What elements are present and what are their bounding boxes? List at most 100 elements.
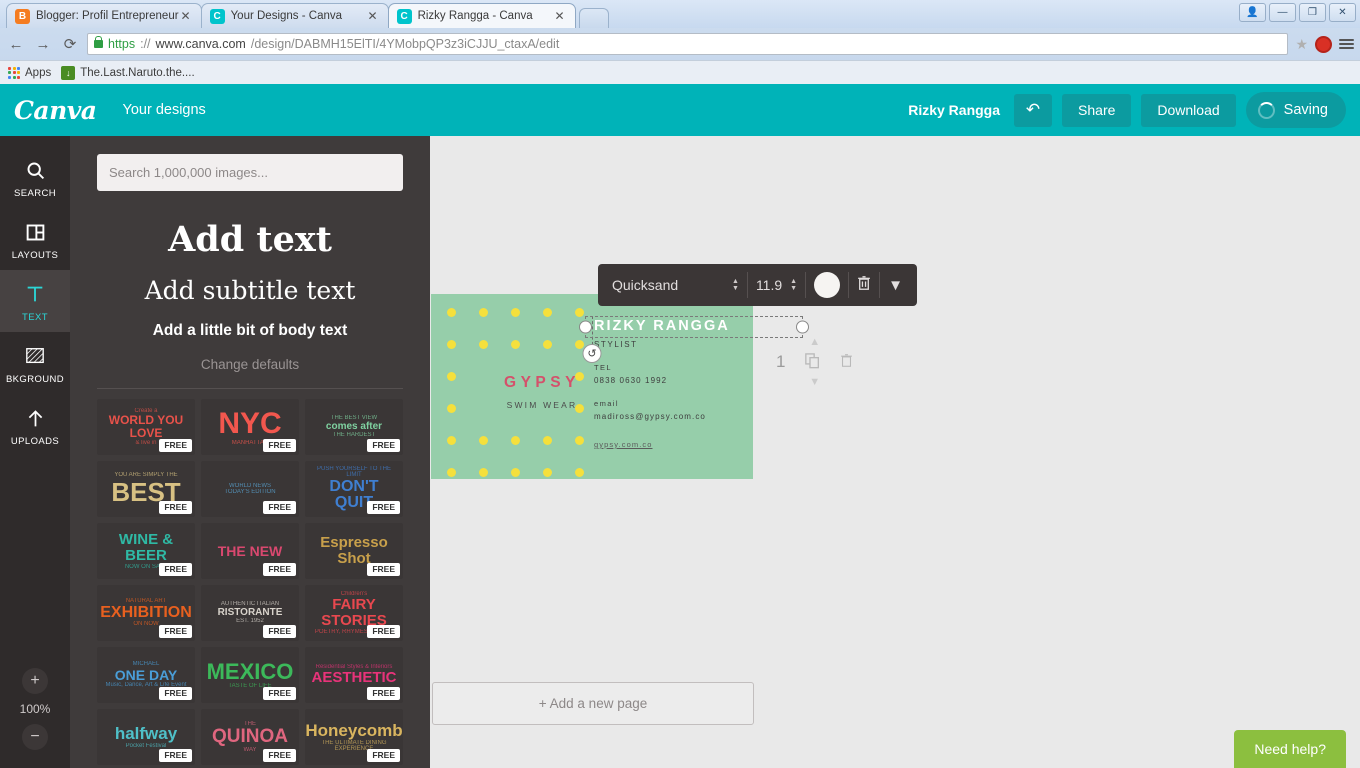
text-template-thumbnail[interactable]: WORLD NEWS TODAY'S EDITION FREE [201,461,299,517]
search-input[interactable] [97,154,403,191]
free-badge: FREE [159,625,192,638]
sidebar-item-layouts[interactable]: LAYOUTS [0,208,70,270]
text-template-thumbnail[interactable]: Residential Styles & Interiors AESTHETIC F… [305,647,403,703]
card-email-value[interactable]: madiross@gypsy.com.co [594,412,730,421]
text-color-control[interactable] [806,272,850,298]
free-badge: FREE [159,563,192,576]
resize-handle-left[interactable] [579,320,592,334]
forward-icon[interactable]: → [33,34,53,54]
text-template-thumbnail[interactable]: PUSH YOURSELF TO THE LIMIT DON'T QUIT FREE [305,461,403,517]
browser-tab-blogger[interactable]: B Blogger: Profil Entrepreneur ✕ [6,3,202,28]
browser-tab-rizky-rangga[interactable]: C Rizky Rangga - Canva ✕ [387,3,576,28]
rotate-handle[interactable]: ↺ [582,344,602,363]
share-button[interactable]: Share [1062,93,1132,127]
text-template-thumbnail[interactable]: Children's FAIRY STORIES POETRY, RHYMES & … [305,585,403,641]
text-template-thumbnail[interactable]: THE NEW FREE [201,523,299,579]
your-designs-link[interactable]: Your designs [123,102,206,118]
text-template-thumbnail[interactable]: MICHAEL ONE DAY Music, Dance, Art & Life E… [97,647,195,703]
zoom-in-button[interactable]: + [22,668,48,694]
url-host: www.canva.com [155,37,246,51]
canva-logo[interactable]: Canva [14,96,97,125]
bookmark-apps[interactable]: Apps [8,66,51,79]
address-bar[interactable]: https:// www.canva.com/design/DABMH15ElTI… [87,33,1289,55]
add-subtitle-heading[interactable]: Add subtitle text [97,276,403,305]
font-family-stepper-icon[interactable]: ▲ ▼ [732,278,739,292]
card-tel-label[interactable]: TEL [594,363,730,372]
saving-status-button[interactable]: Saving [1245,92,1346,128]
card-website[interactable]: gypsy.com.co [594,440,730,449]
reload-icon[interactable]: ⟳ [60,34,80,54]
close-icon[interactable]: ✕ [179,9,193,23]
sidebar-item-text[interactable]: TEXT [0,270,70,332]
stepper-down-icon: ▼ [790,284,798,292]
font-family-value: Quicksand [612,277,679,293]
resize-handle-right[interactable] [796,320,809,334]
free-badge: FREE [367,501,400,514]
free-badge: FREE [159,749,192,762]
add-body-text[interactable]: Add a little bit of body text [97,322,403,340]
text-template-thumbnail[interactable]: Espresso Shot FREE [305,523,403,579]
sidebar-item-search[interactable]: SEARCH [0,146,70,208]
zoom-out-button[interactable]: − [22,724,48,750]
text-template-thumbnail[interactable]: THE QUINOA WAY FREE [201,709,299,765]
text-template-thumbnail[interactable]: halfway Pocket Festival FREE [97,709,195,765]
browser-tab-your-designs[interactable]: C Your Designs - Canva ✕ [200,3,389,28]
page-controls: ▲ 1 ▼ [776,336,853,388]
adblock-icon[interactable] [1315,35,1332,53]
more-options-button[interactable]: ▼ [880,272,911,298]
copy-page-icon[interactable] [805,352,820,372]
minimize-icon[interactable]: — [1269,3,1296,22]
download-button[interactable]: Download [1141,93,1236,127]
new-tab-button[interactable] [578,8,609,28]
layouts-icon [25,219,46,245]
text-template-thumbnail[interactable]: THE BEST VIEW comes after THE HARDEST FREE [305,399,403,455]
template-main-text: THE NEW [217,542,283,559]
close-icon[interactable]: ✕ [366,9,380,23]
close-window-icon[interactable]: ✕ [1329,3,1356,22]
move-page-up-icon[interactable]: ▲ [809,336,820,348]
text-template-thumbnail[interactable]: MEXICO TASTE OF LIFE FREE [201,647,299,703]
font-family-control[interactable]: Quicksand ▲ ▼ [604,272,748,298]
dot [447,468,456,477]
text-template-thumbnail[interactable]: NATURAL ART EXHIBITION ON NOW FREE [97,585,195,641]
delete-element-button[interactable] [849,272,881,298]
maximize-icon[interactable]: ❐ [1299,3,1326,22]
need-help-button[interactable]: Need help? [1234,730,1346,768]
free-badge: FREE [159,501,192,514]
close-icon[interactable]: ✕ [553,9,567,23]
user-name[interactable]: Rizky Rangga [908,102,1000,118]
sidebar-item-uploads[interactable]: UPLOADS [0,394,70,456]
card-tel-value[interactable]: 0838 0630 1992 [594,376,730,385]
add-text-heading[interactable]: Add text [97,219,403,260]
font-size-control[interactable]: 11.9 ▲ ▼ [748,272,807,298]
text-template-thumbnail[interactable]: Create a WORLD YOU LOVE & live in FREE [97,399,195,455]
user-account-icon[interactable]: 👤 [1239,3,1266,22]
text-template-thumbnail[interactable]: AUTHENTIC ITALIAN RISTORANTE EST. 1952 FREE [201,585,299,641]
add-new-page-button[interactable]: + Add a new page [432,682,754,725]
text-template-thumbnail[interactable]: YOU ARE SIMPLY THE BEST FREE [97,461,195,517]
template-main-text: halfway [114,723,178,743]
card-person-role[interactable]: STYLIST [594,340,730,349]
template-top-text: THE BEST VIEW [330,415,378,422]
selection-box[interactable] [579,316,809,338]
move-page-down-icon[interactable]: ▼ [809,376,820,388]
dot [575,436,584,445]
chrome-menu-icon[interactable] [1339,39,1354,49]
sidebar-item-background[interactable]: BKGROUND [0,332,70,394]
design-canvas[interactable]: Quicksand ▲ ▼ 11.9 ▲ ▼ ▼ GYPSY SWIM WEAR… [430,136,1360,768]
text-template-thumbnail[interactable]: WINE & BEER NOW ON SALE FREE [97,523,195,579]
font-size-stepper-icon[interactable]: ▲ ▼ [790,278,798,292]
color-swatch[interactable] [814,272,841,298]
topbar-actions: Rizky Rangga ↶ Share Download Saving [908,92,1346,128]
back-icon[interactable]: ← [6,34,26,54]
delete-page-icon[interactable] [840,353,853,371]
bookmark-star-icon[interactable]: ★ [1295,36,1308,53]
text-template-thumbnail[interactable]: Honeycomb THE ULTIMATE DINING EXPERIENCE F… [305,709,403,765]
bookmark-label: The.Last.Naruto.the.... [80,66,195,79]
text-template-thumbnail[interactable]: NYC MANHATTAN FREE [201,399,299,455]
card-email-label[interactable]: email [594,399,730,408]
undo-button[interactable]: ↶ [1014,93,1053,127]
bookmark-naruto[interactable]: ↓ The.Last.Naruto.the.... [61,65,195,80]
change-defaults-link[interactable]: Change defaults [97,357,403,372]
panel-divider [97,388,403,389]
